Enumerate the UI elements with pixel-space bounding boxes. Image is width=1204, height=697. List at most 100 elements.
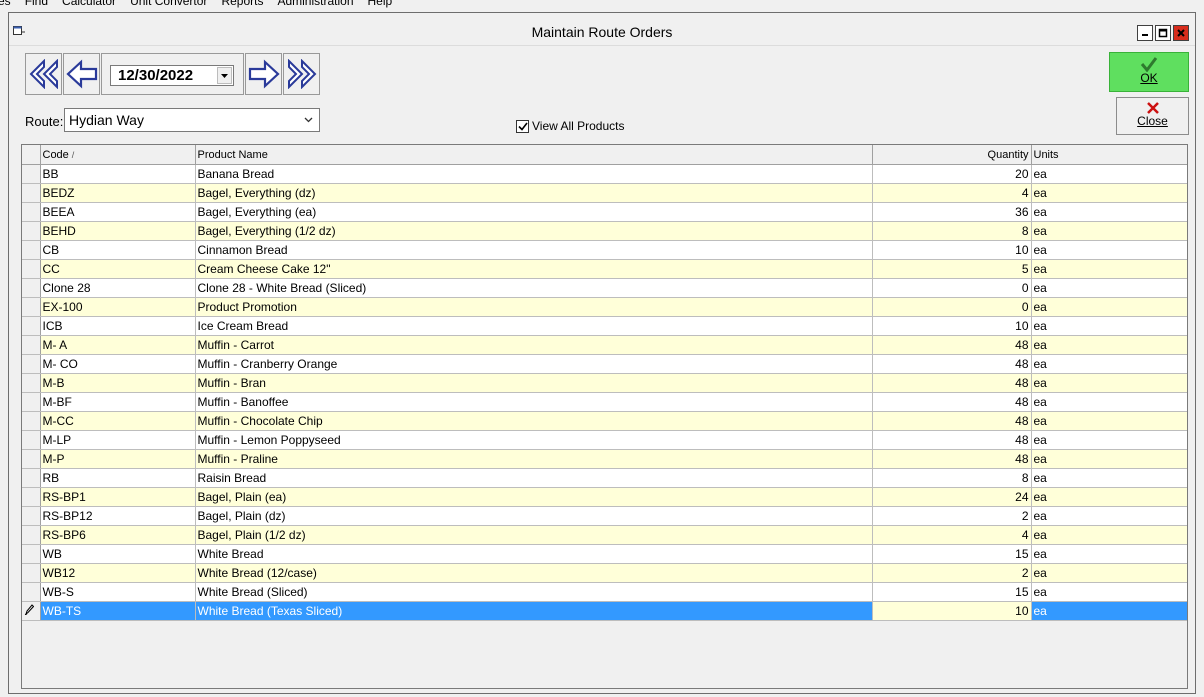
row-selector[interactable] bbox=[22, 316, 41, 336]
cell-product-name[interactable]: White Bread (Sliced) bbox=[195, 582, 873, 602]
menu-item-help[interactable]: Help bbox=[368, 0, 393, 8]
menu-item-reports[interactable]: Reports bbox=[221, 0, 263, 8]
cell-units[interactable]: ea bbox=[1031, 373, 1187, 393]
table-row[interactable]: WB12 White Bread (12/case) 2 ea bbox=[22, 563, 1187, 583]
row-selector[interactable] bbox=[22, 392, 41, 412]
cell-quantity[interactable]: 20 bbox=[872, 164, 1032, 184]
table-row[interactable]: RS-BP6 Bagel, Plain (1/2 dz) 4 ea bbox=[22, 525, 1187, 545]
menu-item-find[interactable]: Find bbox=[25, 0, 48, 8]
cell-product-name[interactable]: Ice Cream Bread bbox=[195, 316, 873, 336]
cell-product-name[interactable]: Bagel, Plain (ea) bbox=[195, 487, 873, 507]
cell-quantity[interactable]: 48 bbox=[872, 354, 1032, 374]
cell-units[interactable]: ea bbox=[1031, 164, 1187, 184]
table-row[interactable]: M-CC Muffin - Chocolate Chip 48 ea bbox=[22, 411, 1187, 431]
row-selector[interactable] bbox=[22, 278, 41, 298]
table-row[interactable]: M-P Muffin - Praline 48 ea bbox=[22, 449, 1187, 469]
route-select[interactable]: Hydian Way bbox=[64, 108, 320, 132]
cell-units[interactable]: ea bbox=[1031, 563, 1187, 583]
row-selector[interactable] bbox=[22, 221, 41, 241]
cell-quantity[interactable]: 8 bbox=[872, 468, 1032, 488]
cell-quantity[interactable]: 10 bbox=[872, 601, 1032, 621]
cell-code[interactable]: M-CC bbox=[40, 411, 196, 431]
cell-code[interactable]: M- A bbox=[40, 335, 196, 355]
cell-quantity[interactable]: 48 bbox=[872, 373, 1032, 393]
cell-product-name[interactable]: Muffin - Praline bbox=[195, 449, 873, 469]
cell-code[interactable]: EX-100 bbox=[40, 297, 196, 317]
table-row[interactable]: M-B Muffin - Bran 48 ea bbox=[22, 373, 1187, 393]
menu-item-files[interactable]: es bbox=[0, 0, 11, 8]
cell-code[interactable]: CC bbox=[40, 259, 196, 279]
menu-item-unit-convertor[interactable]: Unit Convertor bbox=[130, 0, 207, 8]
cell-code[interactable]: Clone 28 bbox=[40, 278, 196, 298]
previous-date-button[interactable] bbox=[63, 53, 100, 95]
row-selector[interactable] bbox=[22, 297, 41, 317]
cell-code[interactable]: M- CO bbox=[40, 354, 196, 374]
cell-code[interactable]: M-LP bbox=[40, 430, 196, 450]
cell-product-name[interactable]: Cream Cheese Cake 12" bbox=[195, 259, 873, 279]
cell-product-name[interactable]: Product Promotion bbox=[195, 297, 873, 317]
row-selector[interactable] bbox=[22, 582, 41, 602]
cell-code[interactable]: WB bbox=[40, 544, 196, 564]
date-dropdown-button[interactable] bbox=[217, 67, 232, 84]
row-selector[interactable] bbox=[22, 601, 41, 621]
cell-units[interactable]: ea bbox=[1031, 506, 1187, 526]
cell-product-name[interactable]: White Bread (12/case) bbox=[195, 563, 873, 583]
row-selector[interactable] bbox=[22, 202, 41, 222]
table-row[interactable]: WB-TS White Bread (Texas Sliced) 10 ea bbox=[22, 601, 1187, 621]
cell-units[interactable]: ea bbox=[1031, 525, 1187, 545]
table-row[interactable]: BEDZ Bagel, Everything (dz) 4 ea bbox=[22, 183, 1187, 203]
cell-quantity[interactable]: 8 bbox=[872, 221, 1032, 241]
table-row[interactable]: RB Raisin Bread 8 ea bbox=[22, 468, 1187, 488]
cell-quantity[interactable]: 48 bbox=[872, 392, 1032, 412]
cell-units[interactable]: ea bbox=[1031, 430, 1187, 450]
cell-code[interactable]: BB bbox=[40, 164, 196, 184]
cell-quantity[interactable]: 5 bbox=[872, 259, 1032, 279]
cell-quantity[interactable]: 24 bbox=[872, 487, 1032, 507]
row-selector[interactable] bbox=[22, 506, 41, 526]
table-row[interactable]: RS-BP12 Bagel, Plain (dz) 2 ea bbox=[22, 506, 1187, 526]
column-header-quantity[interactable]: Quantity bbox=[872, 145, 1032, 165]
cell-units[interactable]: ea bbox=[1031, 221, 1187, 241]
cell-product-name[interactable]: White Bread bbox=[195, 544, 873, 564]
last-date-button[interactable] bbox=[283, 53, 320, 95]
cell-units[interactable]: ea bbox=[1031, 202, 1187, 222]
cell-units[interactable]: ea bbox=[1031, 259, 1187, 279]
column-header-code[interactable]: Code / bbox=[40, 145, 196, 165]
cell-product-name[interactable]: Muffin - Cranberry Orange bbox=[195, 354, 873, 374]
view-all-products-toggle[interactable]: View All Products bbox=[516, 119, 625, 133]
cell-product-name[interactable]: Muffin - Chocolate Chip bbox=[195, 411, 873, 431]
cell-quantity[interactable]: 36 bbox=[872, 202, 1032, 222]
cell-code[interactable]: RS-BP6 bbox=[40, 525, 196, 545]
table-row[interactable]: BEEA Bagel, Everything (ea) 36 ea bbox=[22, 202, 1187, 222]
cell-product-name[interactable]: Muffin - Carrot bbox=[195, 335, 873, 355]
cell-units[interactable]: ea bbox=[1031, 240, 1187, 260]
cell-quantity[interactable]: 0 bbox=[872, 278, 1032, 298]
cell-quantity[interactable]: 4 bbox=[872, 183, 1032, 203]
cell-product-name[interactable]: White Bread (Texas Sliced) bbox=[195, 601, 873, 621]
cell-units[interactable]: ea bbox=[1031, 335, 1187, 355]
cell-product-name[interactable]: Muffin - Lemon Poppyseed bbox=[195, 430, 873, 450]
cell-quantity[interactable]: 2 bbox=[872, 563, 1032, 583]
table-row[interactable]: M- CO Muffin - Cranberry Orange 48 ea bbox=[22, 354, 1187, 374]
table-row[interactable]: RS-BP1 Bagel, Plain (ea) 24 ea bbox=[22, 487, 1187, 507]
column-header-product-name[interactable]: Product Name bbox=[195, 145, 873, 165]
column-header-units[interactable]: Units bbox=[1031, 145, 1187, 165]
next-date-button[interactable] bbox=[245, 53, 282, 95]
table-row[interactable]: CC Cream Cheese Cake 12" 5 ea bbox=[22, 259, 1187, 279]
cell-code[interactable]: BEDZ bbox=[40, 183, 196, 203]
cell-units[interactable]: ea bbox=[1031, 411, 1187, 431]
row-selector[interactable] bbox=[22, 449, 41, 469]
cell-quantity[interactable]: 48 bbox=[872, 335, 1032, 355]
row-selector[interactable] bbox=[22, 468, 41, 488]
view-all-products-checkbox[interactable] bbox=[516, 119, 529, 133]
cell-units[interactable]: ea bbox=[1031, 354, 1187, 374]
cell-code[interactable]: M-BF bbox=[40, 392, 196, 412]
row-selector[interactable] bbox=[22, 354, 41, 374]
cell-code[interactable]: M-B bbox=[40, 373, 196, 393]
cell-product-name[interactable]: Banana Bread bbox=[195, 164, 873, 184]
table-row[interactable]: EX-100 Product Promotion 0 ea bbox=[22, 297, 1187, 317]
cell-code[interactable]: ICB bbox=[40, 316, 196, 336]
maximize-button[interactable] bbox=[1155, 25, 1171, 41]
row-selector[interactable] bbox=[22, 411, 41, 431]
row-selector[interactable] bbox=[22, 430, 41, 450]
